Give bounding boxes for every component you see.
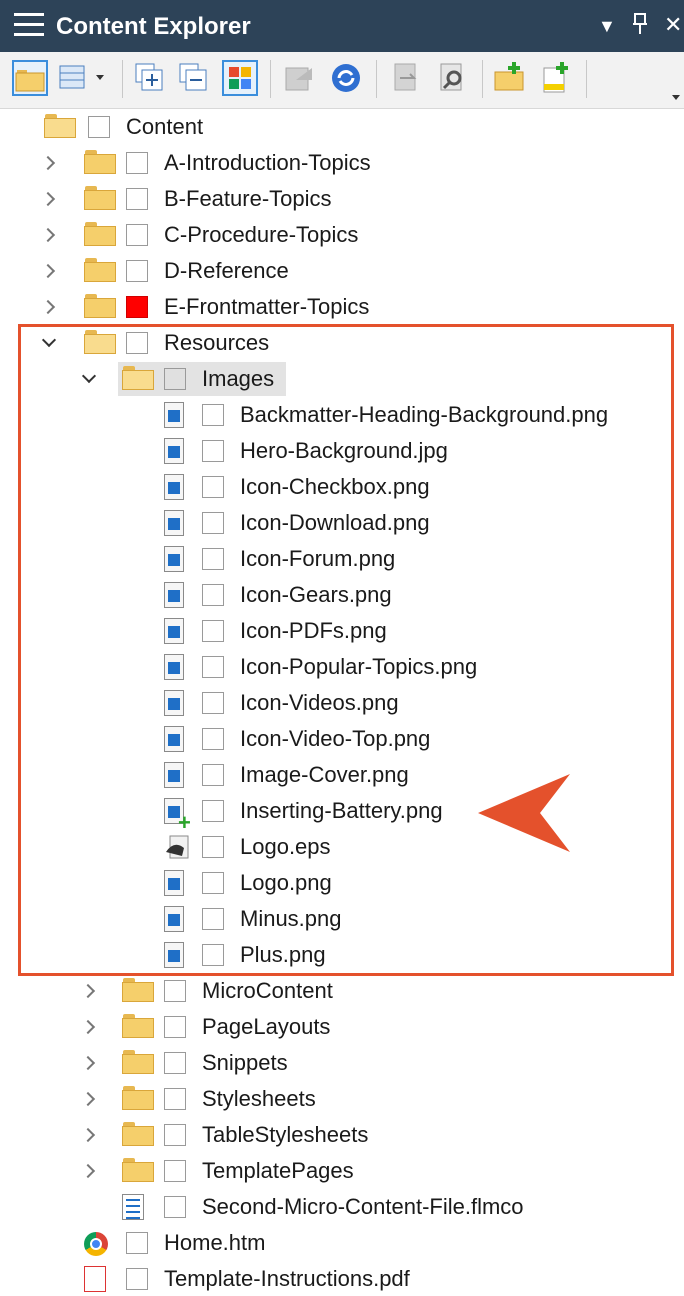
tree-item-label: Content bbox=[126, 114, 204, 139]
chrome-icon bbox=[84, 1232, 108, 1256]
pin-icon[interactable] bbox=[632, 12, 648, 42]
tree-item-d-reference[interactable]: D-Reference bbox=[0, 254, 684, 288]
tree-item-stylesheets[interactable]: Stylesheets bbox=[0, 1082, 684, 1116]
checkbox[interactable] bbox=[126, 260, 148, 282]
collapse-all-icon[interactable] bbox=[176, 60, 212, 96]
micro-content-file-icon bbox=[122, 1194, 144, 1220]
dropdown-arrow-icon[interactable]: ▼ bbox=[598, 16, 616, 37]
toolbar bbox=[0, 52, 684, 109]
chevron-right-icon[interactable] bbox=[38, 188, 60, 210]
checkbox[interactable] bbox=[126, 1268, 148, 1290]
folder-icon bbox=[122, 1122, 154, 1146]
tree-item-e-frontmatter-topics[interactable]: E-Frontmatter-Topics bbox=[0, 290, 684, 324]
chevron-right-icon[interactable] bbox=[78, 1124, 100, 1146]
tree-item-a-introduction-topics[interactable]: A-Introduction-Topics bbox=[0, 146, 684, 180]
checkbox[interactable] bbox=[164, 1052, 186, 1074]
chevron-right-icon[interactable] bbox=[38, 224, 60, 246]
folder-icon bbox=[122, 1086, 154, 1110]
chevron-right-icon[interactable] bbox=[78, 980, 100, 1002]
view-options-icon[interactable] bbox=[58, 60, 112, 96]
tree-item-label: E-Frontmatter-Topics bbox=[164, 294, 370, 319]
chevron-right-icon[interactable] bbox=[78, 1052, 100, 1074]
refresh-icon[interactable] bbox=[328, 60, 364, 96]
chevron-right-icon[interactable] bbox=[78, 1088, 100, 1110]
tree-item-label: MicroContent bbox=[202, 978, 333, 1003]
checkbox[interactable] bbox=[126, 224, 148, 246]
highlight-box bbox=[18, 324, 674, 976]
tree-item-home-htm[interactable]: Home.htm bbox=[0, 1226, 684, 1260]
tree-item-label: PageLayouts bbox=[202, 1014, 331, 1039]
checkbox[interactable] bbox=[164, 1160, 186, 1182]
tree-item-label: Home.htm bbox=[164, 1230, 266, 1255]
new-folder-icon[interactable] bbox=[492, 60, 528, 96]
chevron-right-icon[interactable] bbox=[38, 260, 60, 282]
pointer-arrow-icon bbox=[478, 774, 570, 852]
toolbar-overflow-icon[interactable] bbox=[672, 88, 680, 100]
tree-item-label: Template-Instructions.pdf bbox=[164, 1266, 410, 1291]
tree-item-content[interactable]: Content bbox=[0, 110, 684, 144]
checkbox[interactable] bbox=[126, 1232, 148, 1254]
folder-icon bbox=[84, 294, 116, 318]
chevron-right-icon[interactable] bbox=[78, 1016, 100, 1038]
chevron-right-icon[interactable] bbox=[38, 296, 60, 318]
tree-item-label: C-Procedure-Topics bbox=[164, 222, 359, 247]
tree-item-tablestylesheets[interactable]: TableStylesheets bbox=[0, 1118, 684, 1152]
folder-icon bbox=[122, 978, 154, 1002]
folder-icon bbox=[84, 150, 116, 174]
hamburger-menu-icon[interactable] bbox=[14, 13, 44, 37]
open-folder-icon[interactable] bbox=[12, 60, 48, 96]
tree-item-label: B-Feature-Topics bbox=[164, 186, 332, 211]
back-icon[interactable] bbox=[282, 60, 318, 96]
checkbox[interactable] bbox=[164, 1016, 186, 1038]
tree-item-templatepages[interactable]: TemplatePages bbox=[0, 1154, 684, 1188]
checkbox[interactable] bbox=[164, 1124, 186, 1146]
tree-item-c-procedure-topics[interactable]: C-Procedure-Topics bbox=[0, 218, 684, 252]
tree-item-b-feature-topics[interactable]: B-Feature-Topics bbox=[0, 182, 684, 216]
tree-item-label: A-Introduction-Topics bbox=[164, 150, 371, 175]
tree-item-label: TableStylesheets bbox=[202, 1122, 369, 1147]
folder-icon bbox=[84, 258, 116, 282]
folder-icon bbox=[84, 222, 116, 246]
checkbox[interactable] bbox=[126, 152, 148, 174]
checkbox[interactable] bbox=[164, 980, 186, 1002]
check-out-icon[interactable] bbox=[388, 60, 424, 96]
checkbox[interactable] bbox=[164, 1196, 186, 1218]
folder-icon bbox=[122, 1050, 154, 1074]
close-icon[interactable]: ✕ bbox=[664, 12, 682, 38]
tree-item-label: TemplatePages bbox=[202, 1158, 354, 1183]
tree-item-label: D-Reference bbox=[164, 258, 289, 283]
tree-item-snippets[interactable]: Snippets bbox=[0, 1046, 684, 1080]
checkbox[interactable] bbox=[88, 116, 110, 138]
tree-item-second-micro-content-file-flmco[interactable]: Second-Micro-Content-File.flmco bbox=[0, 1190, 684, 1224]
checkbox[interactable] bbox=[126, 296, 148, 318]
tree-item-template-instructions-pdf[interactable]: Template-Instructions.pdf bbox=[0, 1262, 684, 1296]
expand-all-icon[interactable] bbox=[132, 60, 168, 96]
pdf-file-icon bbox=[84, 1266, 106, 1292]
folder-icon bbox=[122, 1158, 154, 1182]
folder-icon bbox=[84, 186, 116, 210]
new-file-icon[interactable] bbox=[538, 60, 574, 96]
checkbox[interactable] bbox=[126, 188, 148, 210]
tree-item-label: Second-Micro-Content-File.flmco bbox=[202, 1194, 524, 1219]
tree-item-label: Snippets bbox=[202, 1050, 288, 1075]
checkbox[interactable] bbox=[164, 1088, 186, 1110]
tile-view-icon[interactable] bbox=[222, 60, 258, 96]
properties-icon[interactable] bbox=[434, 60, 470, 96]
folder-icon bbox=[122, 1014, 154, 1038]
chevron-right-icon[interactable] bbox=[38, 152, 60, 174]
tree-item-microcontent[interactable]: MicroContent bbox=[0, 974, 684, 1008]
tree-item-label: Stylesheets bbox=[202, 1086, 316, 1111]
chevron-right-icon[interactable] bbox=[78, 1160, 100, 1182]
window-titlebar: Content Explorer ▼ ✕ bbox=[0, 0, 684, 52]
tree-item-pagelayouts[interactable]: PageLayouts bbox=[0, 1010, 684, 1044]
window-title: Content Explorer bbox=[56, 13, 251, 40]
folder-open-icon bbox=[44, 114, 76, 138]
